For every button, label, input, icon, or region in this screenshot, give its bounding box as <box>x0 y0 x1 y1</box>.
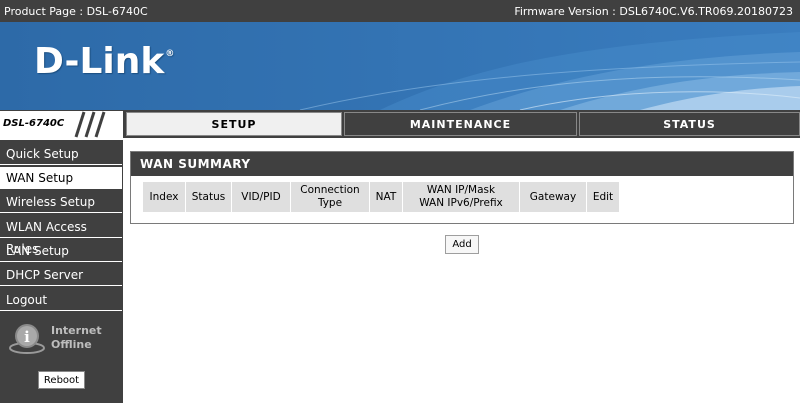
dlink-logo: D-Link® <box>34 41 175 82</box>
section-title: WAN SUMMARY <box>131 152 793 176</box>
column-header: WAN IP/Mask WAN IPv6/Prefix <box>403 182 519 212</box>
product-page-label: Product Page : DSL-6740C <box>4 5 148 18</box>
add-button[interactable]: Add <box>445 235 479 254</box>
model-badge-text: DSL-6740C <box>3 118 65 129</box>
info-globe-icon: i <box>9 324 45 354</box>
wan-summary-panel: WAN SUMMARY Index Status VID/PID Connect… <box>130 151 794 224</box>
column-header: VID/PID <box>232 182 290 212</box>
top-info-bar: Product Page : DSL-6740C Firmware Versio… <box>0 0 800 22</box>
column-header: Index <box>143 182 185 212</box>
slashes-graphic <box>74 111 106 138</box>
firmware-version-label: Firmware Version : DSL6740C.V6.TR069.201… <box>514 5 793 18</box>
column-header: Connection Type <box>291 182 369 212</box>
table-header-row: Index Status VID/PID Connection Type NAT … <box>143 182 619 212</box>
sidebar-item-quick-setup[interactable]: Quick Setup <box>0 143 122 165</box>
sidebar-item-wlan-access-rules[interactable]: WLAN Access Rules <box>0 216 122 256</box>
tab-maintenance[interactable]: MAINTENANCE <box>344 112 577 136</box>
internet-status-line2: Offline <box>51 338 92 351</box>
sidebar-item-wan-setup[interactable]: WAN Setup <box>0 167 122 189</box>
sidebar-item-lan-setup[interactable]: LAN Setup <box>0 240 122 262</box>
model-badge: DSL-6740C <box>0 111 123 138</box>
brand-banner: D-Link® <box>0 22 800 110</box>
column-header: Status <box>186 182 231 212</box>
tab-status[interactable]: STATUS <box>579 112 800 136</box>
tab-setup[interactable]: SETUP <box>126 112 342 136</box>
column-header: Gateway <box>520 182 586 212</box>
svg-text:i: i <box>24 328 30 346</box>
wan-summary-table: Index Status VID/PID Connection Type NAT … <box>142 181 620 213</box>
column-header: NAT <box>370 182 402 212</box>
sidebar-item-logout[interactable]: Logout <box>0 289 122 311</box>
internet-status-line1: Internet <box>51 324 102 337</box>
sidebar-item-wireless-setup[interactable]: Wireless Setup <box>0 191 122 213</box>
reboot-button[interactable]: Reboot <box>38 371 85 389</box>
column-header: Edit <box>587 182 619 212</box>
sidebar-item-dhcp-server[interactable]: DHCP Server <box>0 264 122 286</box>
internet-status: i Internet Offline <box>8 321 120 355</box>
